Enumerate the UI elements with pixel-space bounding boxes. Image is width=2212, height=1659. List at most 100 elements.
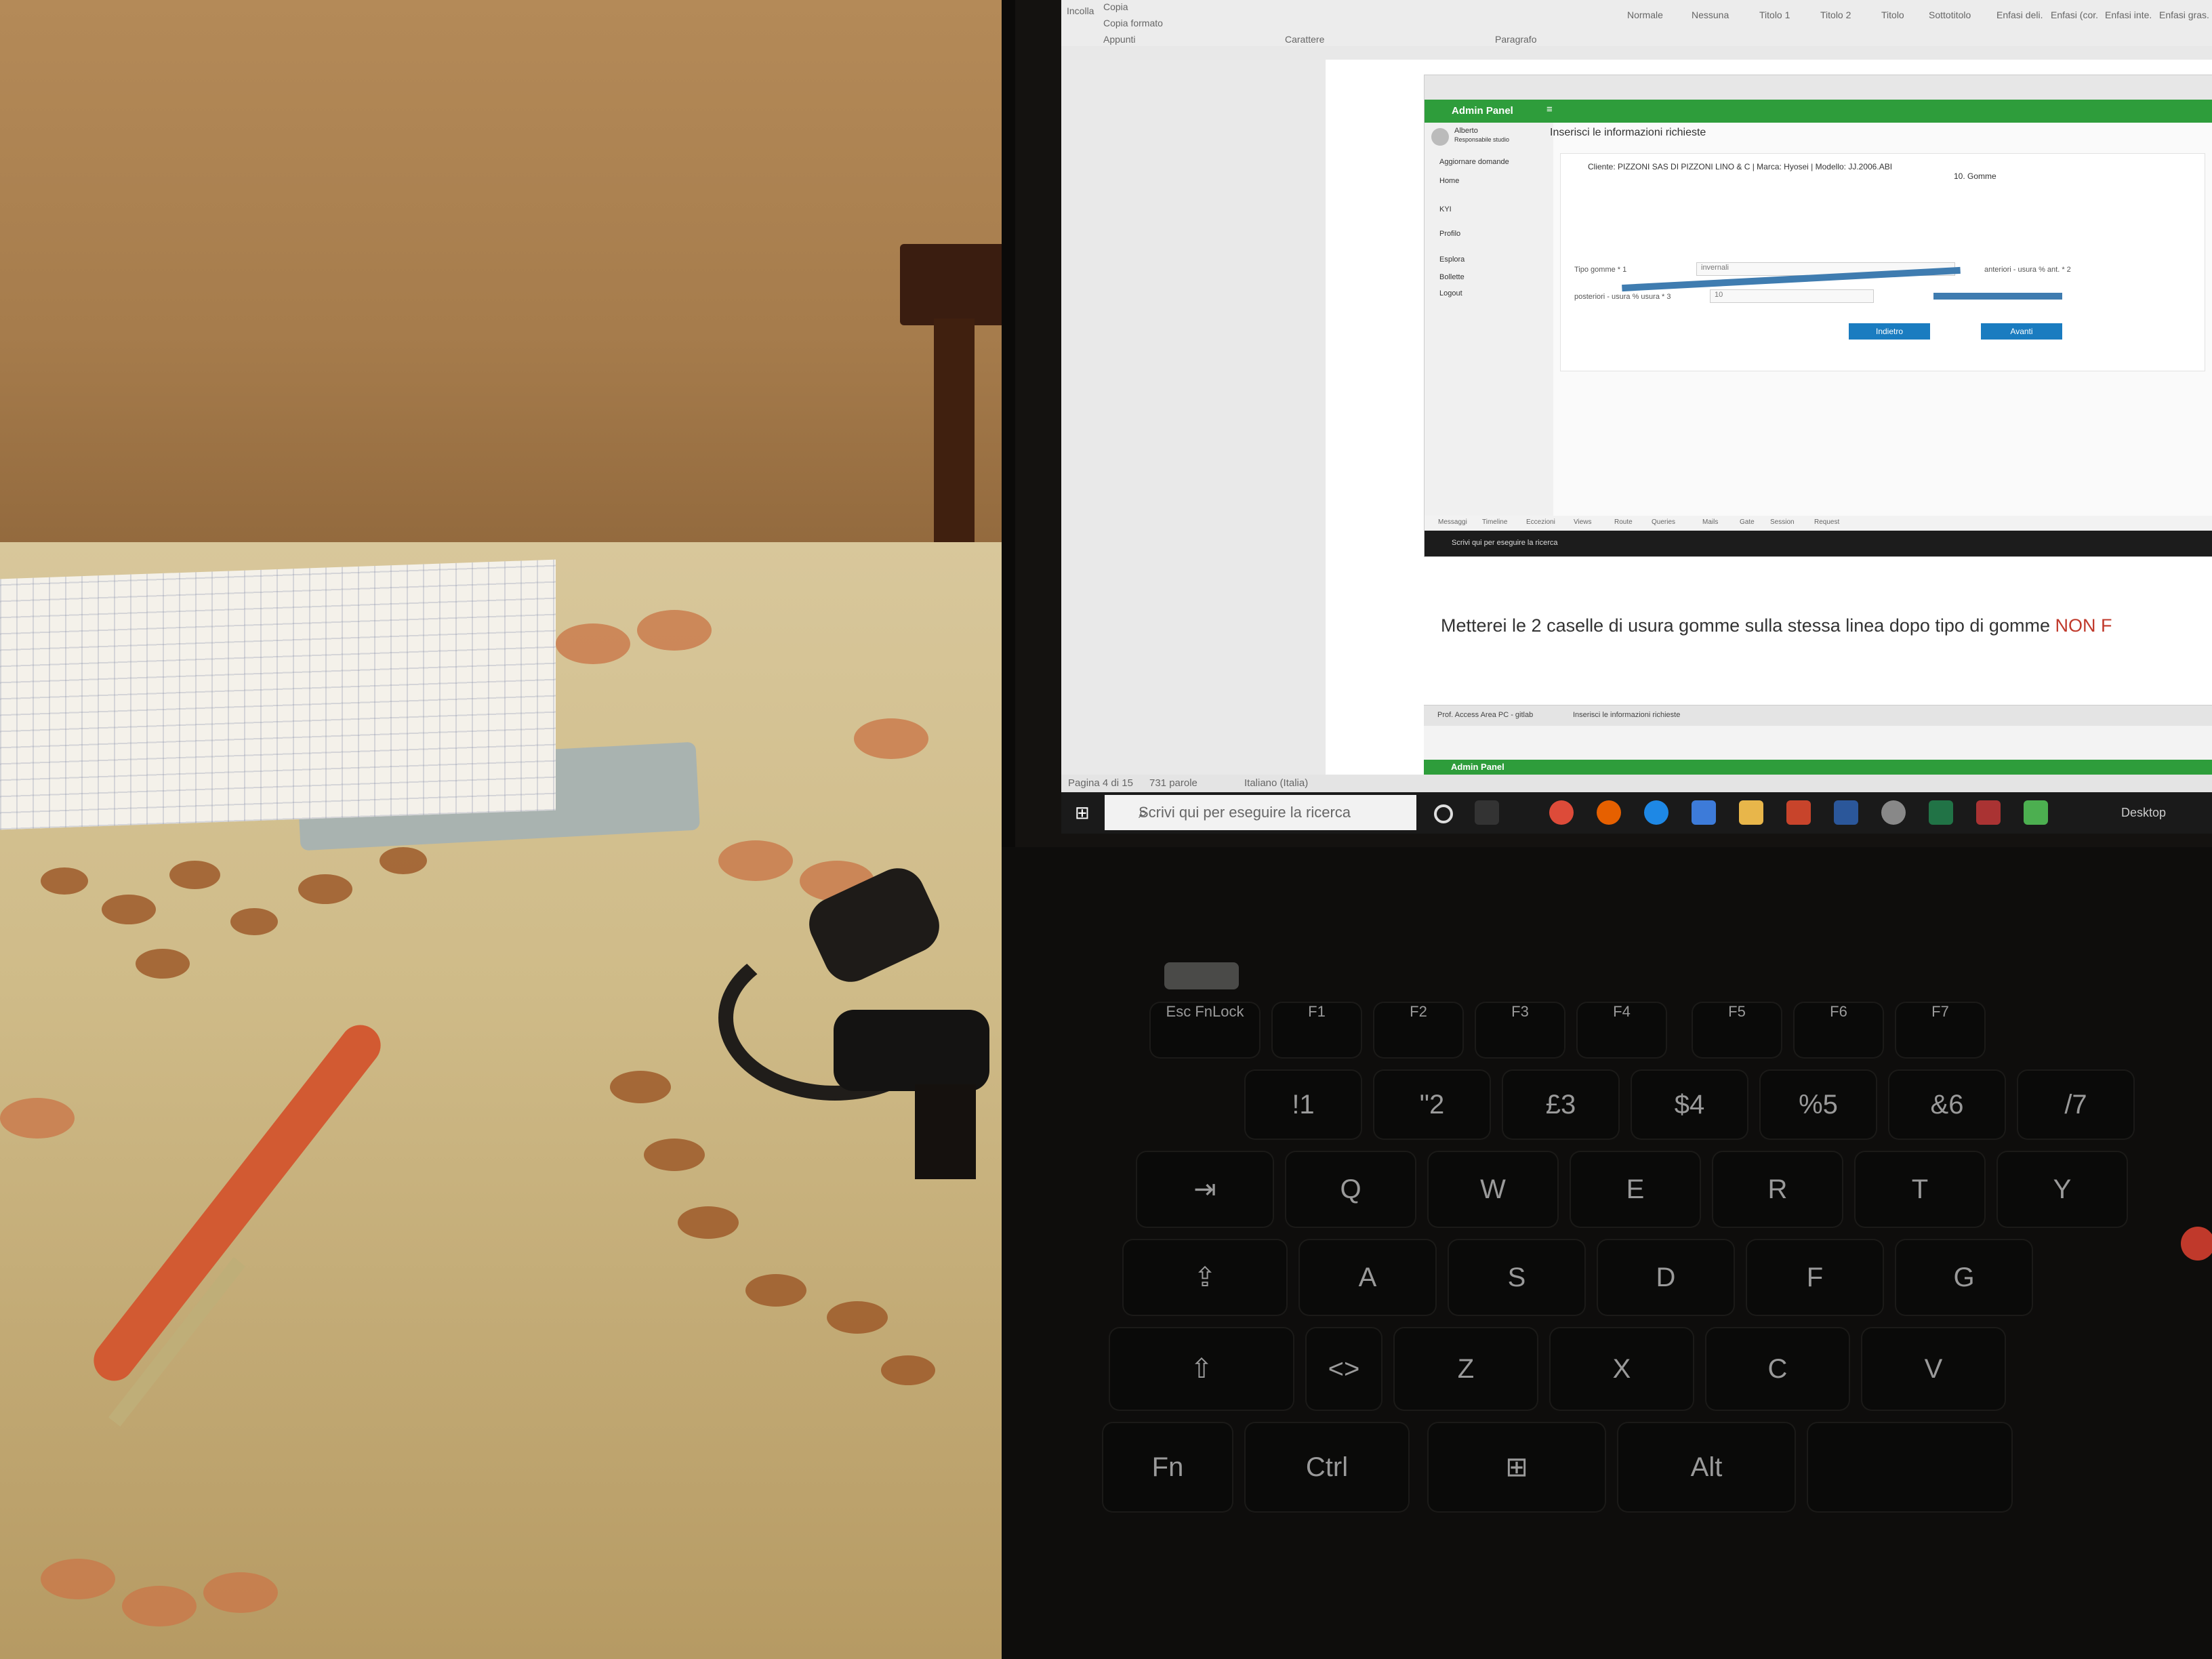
document-paragraph[interactable]: Metterei le 2 caselle di usura gomme sul… [1441, 615, 2112, 636]
style-nessuna[interactable]: Nessuna [1692, 9, 1729, 20]
taskbar-search-input[interactable]: ⌕ Scrivi qui per eseguire la ricerca [1105, 795, 1416, 830]
file-explorer-icon[interactable] [1739, 800, 1763, 825]
app-icon[interactable] [1976, 800, 2001, 825]
word-ruler[interactable] [1061, 46, 2212, 60]
group-font-label: Carattere [1285, 34, 1325, 45]
file-icon[interactable] [2024, 800, 2048, 825]
key-f2[interactable]: F2 [1374, 1003, 1462, 1057]
word-count[interactable]: 731 parole [1149, 777, 1197, 789]
language-indicator[interactable]: Italiano (Italia) [1244, 777, 1308, 789]
powerpoint-icon[interactable] [1786, 800, 1811, 825]
group-clipboard-label: Appunti [1103, 34, 1136, 45]
key-tab[interactable]: ⇥ [1137, 1152, 1273, 1227]
document-margin-area [1061, 60, 1326, 775]
key-v[interactable]: V [1862, 1328, 2005, 1410]
style-emphasis1[interactable]: Enfasi deli. [1996, 9, 2043, 20]
style-emphasis2[interactable]: Enfasi (cor. [2051, 9, 2098, 20]
key-f6[interactable]: F6 [1795, 1003, 1883, 1057]
key-windows[interactable]: ⊞ [1429, 1423, 1605, 1511]
app-icon[interactable] [1881, 800, 1906, 825]
sidebar-item-logout[interactable]: Logout [1439, 289, 1462, 298]
page-count[interactable]: Pagina 4 di 15 [1068, 777, 1133, 789]
sidebar-item-bollette[interactable]: Bollette [1439, 273, 1465, 281]
coffee-bean [169, 861, 220, 889]
key-capslock[interactable]: ⇪ [1124, 1240, 1286, 1315]
key-f7[interactable]: F7 [1896, 1003, 1984, 1057]
coffee-bean [122, 1586, 197, 1626]
coffee-bean [298, 874, 352, 904]
style-normal[interactable]: Normale [1627, 9, 1663, 20]
key-angle-brackets[interactable]: <> [1307, 1328, 1381, 1410]
key-c[interactable]: C [1706, 1328, 1849, 1410]
desktop-label[interactable]: Desktop [2121, 806, 2166, 820]
task-view-icon[interactable] [1475, 800, 1499, 825]
style-title1[interactable]: Titolo 1 [1759, 9, 1790, 20]
key-d[interactable]: D [1598, 1240, 1734, 1315]
keyboard-deck: Esc FnLock F1 F2 F3 F4 F5 F6 F7 !1 "2 £3… [1002, 847, 2212, 1659]
windows-taskbar: ⊞ ⌕ Scrivi qui per eseguire la ricerca D… [1061, 792, 2212, 834]
key-t[interactable]: T [1856, 1152, 1984, 1227]
style-title2[interactable]: Titolo 2 [1820, 9, 1851, 20]
key-q[interactable]: Q [1286, 1152, 1415, 1227]
key-f5[interactable]: F5 [1693, 1003, 1781, 1057]
second-admin-header: Admin Panel [1424, 760, 2212, 775]
key-f[interactable]: F [1747, 1240, 1883, 1315]
key-a[interactable]: A [1300, 1240, 1435, 1315]
key-z[interactable]: Z [1395, 1328, 1537, 1410]
key-fn[interactable]: Fn [1103, 1423, 1232, 1511]
debugbar: Messaggi Timeline Eccezioni Views Route … [1425, 516, 2212, 531]
key-esc[interactable]: Esc FnLock [1151, 1003, 1259, 1057]
chrome-icon[interactable] [1549, 800, 1574, 825]
style-title[interactable]: Titolo [1881, 9, 1904, 20]
edge-icon[interactable] [1644, 800, 1668, 825]
back-button[interactable]: Indietro [1849, 323, 1930, 340]
usura-post-select[interactable]: 10 [1710, 289, 1874, 303]
paste-button[interactable]: Incolla [1067, 5, 1094, 16]
tab-form[interactable]: Inserisci le informazioni richieste [1573, 711, 1680, 719]
menu-icon: ≡ [1547, 104, 1553, 115]
sidebar-item-kyi[interactable]: KYI [1439, 205, 1452, 213]
key-shift[interactable]: ⇧ [1110, 1328, 1293, 1410]
style-subtitle[interactable]: Sottotitolo [1929, 9, 1971, 20]
key-w[interactable]: W [1429, 1152, 1557, 1227]
field-usura-post-label: posteriori - usura % usura * 3 [1574, 293, 1671, 301]
key-g[interactable]: G [1896, 1240, 2032, 1315]
format-painter-button[interactable]: Copia formato [1103, 18, 1163, 28]
excel-icon[interactable] [1929, 800, 1953, 825]
key-1[interactable]: !1 [1246, 1071, 1361, 1139]
embedded-admin-header: Admin Panel ≡ [1425, 100, 2212, 123]
key-ctrl[interactable]: Ctrl [1246, 1423, 1408, 1511]
style-emphasis4[interactable]: Enfasi gras. [2159, 9, 2209, 20]
key-3[interactable]: £3 [1503, 1071, 1618, 1139]
style-emphasis3[interactable]: Enfasi inte. [2105, 9, 2152, 20]
sidebar-item-profilo[interactable]: Profilo [1439, 230, 1460, 238]
key-f1[interactable]: F1 [1273, 1003, 1361, 1057]
key-x[interactable]: X [1551, 1328, 1693, 1410]
key-r[interactable]: R [1713, 1152, 1842, 1227]
app-icon[interactable] [1692, 800, 1716, 825]
key-5[interactable]: %5 [1761, 1071, 1876, 1139]
sidebar-item-esplora[interactable]: Esplora [1439, 255, 1465, 264]
trackpoint[interactable] [2181, 1227, 2212, 1261]
key-2[interactable]: "2 [1374, 1071, 1490, 1139]
key-6[interactable]: &6 [1889, 1071, 2005, 1139]
key-space[interactable] [1808, 1423, 2011, 1511]
key-alt[interactable]: Alt [1618, 1423, 1795, 1511]
tab-gitlab[interactable]: Prof. Access Area PC - gitlab [1437, 711, 1533, 719]
sidebar-item-aggiornare[interactable]: Aggiornare domande [1439, 158, 1509, 166]
next-button[interactable]: Avanti [1981, 323, 2062, 340]
key-f3[interactable]: F3 [1476, 1003, 1564, 1057]
sidebar-item-home[interactable]: Home [1439, 177, 1459, 185]
key-4[interactable]: $4 [1632, 1071, 1747, 1139]
windows-start-icon[interactable]: ⊞ [1075, 803, 1094, 822]
key-e[interactable]: E [1571, 1152, 1700, 1227]
key-s[interactable]: S [1449, 1240, 1584, 1315]
word-icon[interactable] [1834, 800, 1858, 825]
key-f4[interactable]: F4 [1578, 1003, 1666, 1057]
copy-button[interactable]: Copia [1103, 1, 1128, 12]
firefox-icon[interactable] [1597, 800, 1621, 825]
coffee-bean [678, 1206, 739, 1239]
cortana-icon[interactable] [1434, 804, 1453, 823]
key-y[interactable]: Y [1998, 1152, 2127, 1227]
key-7[interactable]: /7 [2018, 1071, 2133, 1139]
